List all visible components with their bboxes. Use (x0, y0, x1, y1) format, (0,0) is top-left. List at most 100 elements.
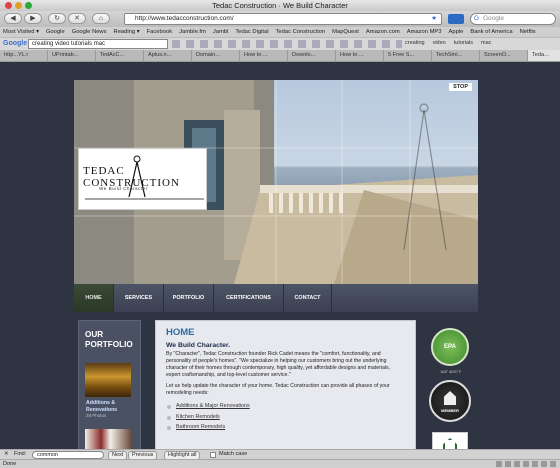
bookmark-item[interactable]: Amazon.com (366, 29, 400, 35)
back-button[interactable]: ◀ (4, 13, 22, 24)
menu-services[interactable]: SERVICES (114, 284, 164, 312)
browser-tab[interactable]: 5 Free S... (384, 50, 432, 61)
google-term-button[interactable]: mac (481, 40, 491, 46)
url-text: http://www.tedacconstruction.com/ (135, 15, 234, 22)
bookmark-item[interactable]: Google News (72, 29, 107, 35)
find-label: Find: (14, 451, 27, 457)
bookmark-star-icon[interactable]: ★ (431, 14, 437, 24)
building-icon (444, 391, 456, 405)
portfolio-item-count: 28 Photos (86, 413, 107, 418)
match-case-checkbox[interactable] (210, 452, 216, 458)
menu-home[interactable]: HOME (74, 284, 114, 312)
bookmark-item[interactable]: Netflix (520, 29, 536, 35)
slideshow-stop-button[interactable]: STOP (449, 83, 472, 91)
search-placeholder: Google (483, 15, 504, 22)
bookmark-item[interactable]: Facebook (147, 29, 172, 35)
back-arrow-icon: ◀ (10, 15, 16, 22)
google-search-terms: creating video tutorials mac (405, 40, 499, 46)
portfolio-heading: OUR PORTFOLIO (85, 330, 133, 350)
main-menu: HOME SERVICES PORTFOLIO CERTIFICATIONS C… (74, 284, 478, 312)
bookmark-item[interactable]: Most Visited ▾ (3, 29, 39, 35)
menu-portfolio[interactable]: PORTFOLIO (164, 284, 214, 312)
bookmark-item[interactable]: MapQuest (332, 29, 359, 35)
epa-badge-label: EPA (444, 344, 456, 350)
google-term-button[interactable]: video (433, 40, 446, 46)
reload-button[interactable]: ↻ (48, 13, 66, 24)
bookmark-item[interactable]: Reading ▾ (114, 29, 140, 35)
bookmark-item[interactable]: Amazon MP3 (407, 29, 442, 35)
home-icon: ⌂ (98, 15, 104, 22)
minimize-window-icon[interactable] (15, 2, 22, 9)
google-term-button[interactable]: creating (405, 40, 425, 46)
service-link-bathroom[interactable]: Bathroom Remodels (176, 424, 225, 430)
feed-icon[interactable] (448, 14, 464, 24)
main-content: HOME We Build Character. By "Character",… (155, 320, 416, 449)
bookmark-item[interactable]: Bank of America (470, 29, 512, 35)
portfolio-thumbnail-additions[interactable] (85, 363, 131, 397)
browser-tab[interactable]: Aplus.n... (144, 50, 192, 61)
close-window-icon[interactable] (5, 2, 12, 9)
epa-leadsafe-badge[interactable]: EPA (431, 328, 469, 366)
forward-button[interactable]: ▶ (24, 13, 42, 24)
portfolio-heading-line1: OUR (85, 330, 104, 339)
search-field[interactable]: G Google (470, 13, 556, 25)
browser-tab[interactable]: http...YL.r (0, 50, 48, 61)
google-engine-icon: G (474, 15, 480, 22)
menu-contact[interactable]: CONTACT (284, 284, 332, 312)
browser-tab[interactable]: Teda... (528, 50, 560, 61)
browser-tab[interactable]: How to ... (336, 50, 384, 61)
browser-tab[interactable]: TechSmi... (432, 50, 480, 61)
service-link-kitchen[interactable]: Kitchen Remodels (176, 414, 220, 420)
list-item: Kitchen Remodels (166, 412, 405, 423)
bookmarks-toolbar: Most Visited ▾ Google Google News Reading ▾… (0, 27, 560, 37)
status-bar: Done (0, 459, 560, 468)
home-button[interactable]: ⌂ (92, 13, 110, 24)
forward-arrow-icon: ▶ (30, 15, 36, 22)
browser-tab[interactable]: ScreenO... (480, 50, 528, 61)
google-term-button[interactable]: tutorials (454, 40, 473, 46)
services-list: Additions & Major Renovations Kitchen Re… (166, 401, 405, 433)
house-icon (443, 438, 457, 449)
energy-star-badge[interactable] (432, 432, 468, 449)
browser-tab[interactable]: TedAcC... (96, 50, 144, 61)
bookmark-item[interactable]: Apple (449, 29, 464, 35)
list-item: Bathroom Remodels (166, 422, 405, 433)
status-addon-icons[interactable] (496, 461, 556, 467)
google-search-input[interactable]: creating video tutorials mac (28, 39, 168, 49)
bookmark-item[interactable]: Jambl (213, 29, 228, 35)
navigation-toolbar: ◀ ▶ ↻ ✕ ⌂ http://www.tedacconstruction.c… (0, 11, 560, 27)
certification-badges: EPA NAT 4D07 F MEMBER (424, 320, 478, 449)
hero-slideshow: STOP TEDAC CONSTRUCTION We Build Charact… (74, 80, 478, 284)
window-titlebar: Tedac Construction · We Build Character (0, 0, 560, 11)
google-toolbar-buttons[interactable] (172, 40, 402, 48)
stop-icon: ✕ (74, 15, 80, 22)
portfolio-sidebar: OUR PORTFOLIO Additions & Renovations 28… (78, 320, 141, 449)
intro-paragraph: By "Character", Tedac Construction found… (166, 351, 391, 378)
service-link-additions[interactable]: Additions & Major Renovations (176, 403, 250, 409)
company-logo[interactable]: TEDAC CONSTRUCTION We Build Character (78, 148, 207, 210)
menu-certifications[interactable]: CERTIFICATIONS (214, 284, 284, 312)
portfolio-thumbnail-kitchen[interactable] (85, 429, 131, 449)
bookmark-item[interactable]: Google (46, 29, 65, 35)
match-case-label: Match case (219, 451, 248, 457)
find-input[interactable]: common (32, 451, 104, 459)
google-logo: Google (3, 40, 28, 47)
portfolio-item-title[interactable]: Additions & Renovations (86, 400, 117, 413)
portfolio-item-title-line1: Additions & (86, 400, 116, 406)
stop-button[interactable]: ✕ (68, 13, 86, 24)
find-close-icon[interactable]: ✕ (4, 450, 9, 459)
bookmark-item[interactable]: Tedac Digital (235, 29, 268, 35)
find-value: common (37, 452, 59, 458)
zoom-window-icon[interactable] (25, 2, 32, 9)
logo-tagline: We Build Character (99, 186, 148, 191)
browser-tab[interactable]: How to ... (240, 50, 288, 61)
green-building-badge[interactable]: MEMBER (429, 380, 471, 422)
browser-tab[interactable]: UPrintab... (48, 50, 96, 61)
bookmark-item[interactable]: Jamble.fm (179, 29, 206, 35)
status-text: Done (3, 461, 17, 467)
list-item: Additions & Major Renovations (166, 401, 405, 412)
bookmark-item[interactable]: Tedac Construction (276, 29, 326, 35)
browser-tab[interactable]: Downlo... (288, 50, 336, 61)
url-bar[interactable]: http://www.tedacconstruction.com/ ★ (124, 13, 442, 25)
browser-tab[interactable]: Domain... (192, 50, 240, 61)
